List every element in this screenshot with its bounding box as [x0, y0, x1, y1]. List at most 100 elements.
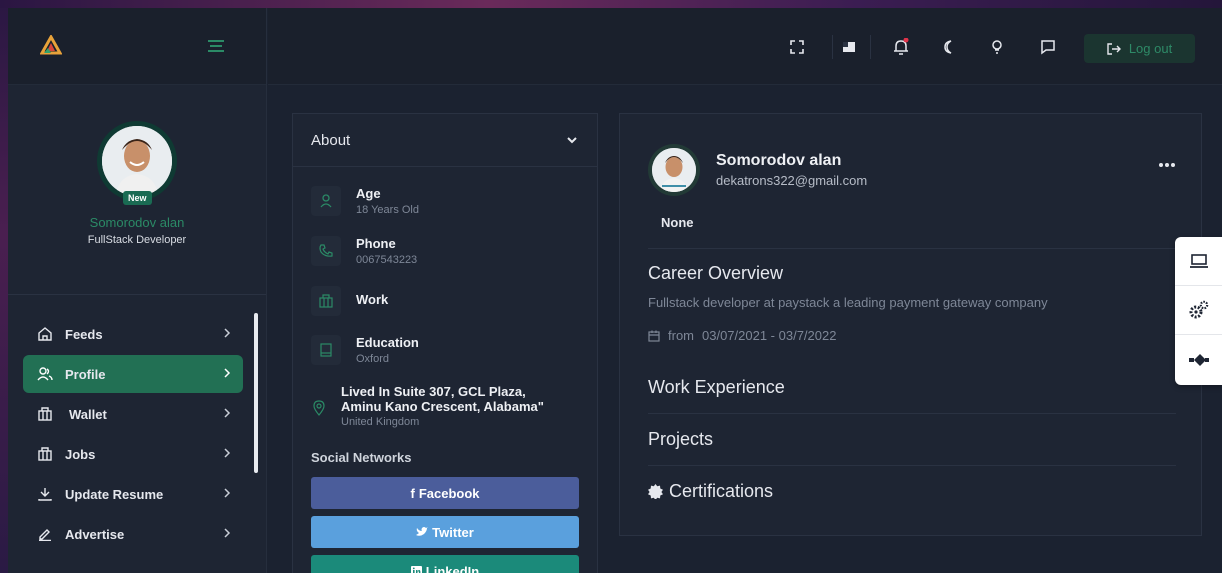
certifications-title: Certifications	[669, 481, 774, 501]
projects-title[interactable]: Projects	[648, 429, 713, 450]
logout-label: Log out	[1128, 41, 1173, 56]
about-phone-value[interactable]: 0067543223	[356, 254, 417, 266]
avatar-photo	[102, 126, 172, 196]
chevron-down-icon[interactable]	[567, 136, 577, 144]
avatar[interactable]: New	[97, 121, 177, 205]
sidebar: New Somorodov alan FullStack Developer F…	[8, 8, 267, 573]
user-icon	[311, 186, 341, 216]
app-logo[interactable]	[40, 35, 62, 57]
sidebar-item-jobs[interactable]: Jobs	[23, 435, 243, 473]
career-date-range: 03/07/2021 - 03/7/2022	[702, 328, 837, 343]
briefcase-icon	[37, 446, 53, 462]
career-from-label: from	[668, 328, 694, 343]
sidebar-item-feeds[interactable]: Feeds	[23, 315, 243, 353]
career-overview-title: Career Overview	[648, 263, 784, 283]
about-education-label: Education	[356, 335, 419, 350]
divider	[648, 465, 1176, 466]
career-description: Fullstack developer at paystack a leadin…	[648, 295, 1048, 310]
floating-toolbar	[1175, 237, 1222, 385]
work-experience-title[interactable]: Work Experience	[648, 377, 785, 398]
book-icon	[311, 335, 341, 365]
divider	[648, 248, 1176, 249]
about-phone-label: Phone	[356, 236, 396, 251]
more-options-icon[interactable]	[1158, 162, 1176, 168]
sidebar-item-advertise[interactable]: Advertise	[23, 515, 243, 553]
fullscreen-icon[interactable]	[788, 38, 806, 56]
certifications-section[interactable]: Certifications	[648, 481, 773, 502]
flag-icon[interactable]	[840, 38, 858, 56]
avatar-photo	[652, 148, 696, 192]
sidebar-scrollbar[interactable]	[254, 313, 258, 473]
gears-icon	[1189, 300, 1208, 319]
about-phone: Phone 0067543223	[311, 236, 417, 266]
twitter-button[interactable]: Twitter	[311, 516, 579, 548]
new-badge: New	[123, 191, 152, 205]
about-address-line1: Lived In Suite 307, GCL Plaza,	[341, 384, 526, 399]
settings-button[interactable]	[1175, 286, 1222, 335]
profile-card: Somorodov alan dekatrons322@gmail.com No…	[619, 113, 1202, 536]
profile-name: Somorodov alan	[716, 152, 842, 169]
linkedin-button[interactable]: LinkedIn	[311, 555, 579, 573]
chat-icon[interactable]	[1039, 38, 1057, 56]
topbar-divider	[832, 35, 833, 59]
top-bar: Log out	[268, 8, 1222, 85]
wallet-icon	[37, 406, 53, 422]
handshake-icon	[1188, 353, 1209, 366]
handshake-button[interactable]	[1175, 335, 1222, 384]
sidebar-header	[8, 8, 266, 85]
about-header[interactable]: About	[293, 114, 597, 167]
sidebar-item-label: Feeds	[65, 326, 103, 342]
sidebar-item-wallet[interactable]: Wallet	[23, 395, 243, 433]
sidebar-item-label: Wallet	[69, 406, 107, 422]
linkedin-label: LinkedIn	[425, 563, 480, 573]
home-icon	[37, 326, 53, 342]
about-address-line2: Aminu Kano Crescent, Alabama"	[341, 399, 544, 414]
about-address-country: United Kingdom	[341, 416, 420, 428]
about-address: Lived In Suite 307, GCL Plaza, Aminu Kan…	[311, 384, 544, 428]
sidebar-user-role: FullStack Developer	[87, 234, 187, 246]
menu-toggle-icon[interactable]	[208, 40, 224, 52]
chevron-right-icon	[224, 368, 231, 378]
about-title: About	[311, 131, 351, 149]
location-pin-icon	[311, 384, 327, 428]
briefcase-icon	[311, 286, 341, 316]
topbar-divider	[870, 35, 871, 59]
about-age: Age 18 Years Old	[311, 186, 419, 216]
about-work: Work	[311, 286, 388, 316]
chevron-right-icon	[224, 328, 231, 338]
avatar[interactable]	[648, 144, 700, 196]
moon-icon[interactable]	[940, 38, 958, 56]
laptop-icon	[1189, 254, 1208, 268]
window-left-edge	[0, 8, 8, 573]
sidebar-item-label: Advertise	[65, 526, 125, 542]
profile-email[interactable]: dekatrons322@gmail.com	[716, 173, 867, 188]
about-age-value: 18 Years Old	[356, 204, 419, 216]
sidebar-item-profile[interactable]: Profile	[23, 355, 243, 393]
sidebar-item-update-resume[interactable]: Update Resume	[23, 475, 243, 513]
twitter-icon	[416, 527, 429, 536]
about-work-label: Work	[356, 292, 389, 307]
career-dates: from 03/07/2021 - 03/7/2022	[648, 328, 836, 343]
phone-icon	[311, 236, 341, 266]
facebook-label: Facebook	[418, 485, 480, 501]
laptop-button[interactable]	[1175, 237, 1222, 286]
sidebar-item-label: Update Resume	[65, 486, 164, 502]
facebook-icon: f	[410, 485, 415, 501]
users-icon	[37, 366, 53, 382]
facebook-button[interactable]: f Facebook	[311, 477, 579, 509]
sidebar-item-label: Jobs	[65, 446, 96, 462]
logout-button[interactable]: Log out	[1084, 34, 1195, 63]
bell-icon[interactable]	[892, 38, 910, 56]
sidebar-nav: Feeds Profile Wallet Jobs Update Resume …	[8, 315, 266, 553]
about-education: Education Oxford	[311, 335, 419, 365]
download-icon	[37, 486, 53, 502]
chevron-right-icon	[224, 528, 231, 538]
linkedin-icon	[410, 565, 422, 573]
badge-icon	[648, 484, 663, 499]
sidebar-user-name[interactable]: Somorodov alan	[90, 215, 185, 230]
sidebar-item-label: Profile	[65, 366, 106, 382]
chevron-right-icon	[224, 448, 231, 458]
chevron-right-icon	[224, 408, 231, 418]
lightbulb-icon[interactable]	[988, 38, 1006, 56]
pen-icon	[37, 526, 53, 542]
